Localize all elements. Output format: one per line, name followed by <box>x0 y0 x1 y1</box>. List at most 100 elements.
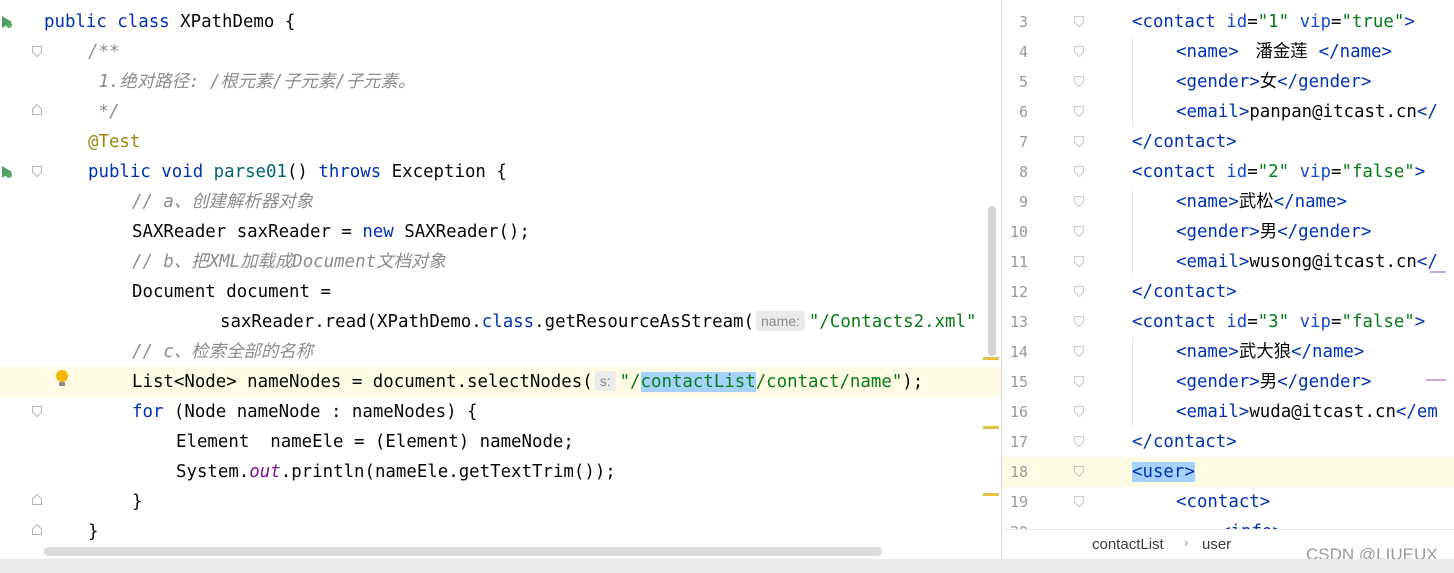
code-line[interactable]: Element nameEle = (Element) nameNode; <box>0 427 1001 457</box>
breadcrumb-item-user[interactable]: user <box>1202 536 1231 553</box>
fold-icon[interactable] <box>1074 76 1084 87</box>
fold-icon[interactable] <box>1074 46 1084 57</box>
warning-marker[interactable] <box>983 426 999 429</box>
code-token: .getResourceAsStream( <box>534 312 754 332</box>
code-line[interactable]: SAXReader saxReader = new SAXReader(); <box>0 217 1001 247</box>
fold-collapse-icon[interactable] <box>32 166 42 177</box>
code-token: 男 <box>1259 222 1278 242</box>
lightbulb-icon[interactable] <box>54 369 70 389</box>
fold-icon[interactable] <box>1074 136 1084 147</box>
code-line[interactable]: 17 </contact> <box>1002 427 1454 457</box>
fold-icon[interactable] <box>1074 226 1084 237</box>
code-line[interactable]: 9 <name>武松</name> <box>1002 187 1454 217</box>
code-line[interactable]: // a、创建解析器对象 <box>0 187 1001 217</box>
code-text: Element nameEle = (Element) nameNode; <box>176 427 574 457</box>
fold-collapse-icon[interactable] <box>32 46 42 57</box>
code-text: @Test <box>88 127 140 157</box>
fold-end-icon[interactable] <box>32 494 42 505</box>
code-line[interactable]: 11 <email>wusong@itcast.cn</ <box>1002 247 1454 277</box>
code-line[interactable]: 4 <name> 潘金莲 </name> <box>1002 37 1454 67</box>
code-line[interactable]: } <box>0 487 1001 517</box>
code-line[interactable]: */ <box>0 97 1001 127</box>
code-token: Element nameEle = (Element) nameNode; <box>176 432 574 452</box>
code-line[interactable]: List<Node> nameNodes = document.selectNo… <box>0 367 1001 397</box>
code-line[interactable]: 15 <gender>男</gender> <box>1002 367 1454 397</box>
fold-icon[interactable] <box>1074 496 1084 507</box>
fold-icon[interactable] <box>1074 346 1084 357</box>
code-line[interactable]: 3 <contact id="1" vip="true"> <box>1002 7 1454 37</box>
fold-icon[interactable] <box>1074 406 1084 417</box>
code-line[interactable]: 7 </contact> <box>1002 127 1454 157</box>
java-editor-pane[interactable]: public class XPathDemo {/** 1.绝对路径: /根元素… <box>0 0 1001 559</box>
code-line[interactable]: 8 <contact id="2" vip="false"> <box>1002 157 1454 187</box>
code-text: <contact id="2" vip="false"> <box>1132 157 1425 187</box>
code-line[interactable]: 6 <email>panpan@itcast.cn</ <box>1002 97 1454 127</box>
code-line[interactable]: 5 <gender>女</gender> <box>1002 67 1454 97</box>
breadcrumb-item-contactlist[interactable]: contactList <box>1092 536 1164 553</box>
fold-icon[interactable] <box>1074 196 1084 207</box>
code-token: gender <box>1298 222 1361 242</box>
xml-editor-pane[interactable]: 3 <contact id="1" vip="true"> 4 <name> 潘金莲 … <box>1002 0 1454 559</box>
code-line[interactable]: Document document = <box>0 277 1001 307</box>
vertical-scrollbar[interactable] <box>988 206 996 356</box>
code-line[interactable]: 18 <user> <box>1002 457 1454 487</box>
indent-guide <box>1132 337 1133 427</box>
code-token: > <box>1404 12 1415 32</box>
code-token: public <box>44 12 118 32</box>
code-line[interactable]: for (Node nameNode : nameNodes) { <box>0 397 1001 427</box>
fold-end-icon[interactable] <box>32 524 42 535</box>
code-line[interactable]: public class XPathDemo { <box>0 7 1001 37</box>
code-token: contact <box>1152 432 1227 452</box>
parameter-hint: name: <box>756 311 805 331</box>
code-line[interactable]: /** <box>0 37 1001 67</box>
code-token: email <box>1186 252 1239 272</box>
code-text: 1.绝对路径: /根元素/子元素/子元素。 <box>88 67 415 97</box>
fold-icon[interactable] <box>1074 166 1084 177</box>
code-token: panpan@itcast.cn <box>1249 102 1417 122</box>
code-line[interactable]: 12 </contact> <box>1002 277 1454 307</box>
fold-end-icon[interactable] <box>32 104 42 115</box>
code-token: < <box>1176 372 1187 392</box>
warning-marker[interactable] <box>983 493 999 496</box>
code-line[interactable]: 13 <contact id="3" vip="false"> <box>1002 307 1454 337</box>
code-token: "false" <box>1341 162 1415 182</box>
run-class-icon[interactable] <box>0 14 14 28</box>
code-token: } <box>88 522 99 542</box>
code-line[interactable]: 19 <contact> <box>1002 487 1454 517</box>
code-token: 1. <box>88 72 120 92</box>
code-token: > <box>1249 222 1260 242</box>
code-line[interactable]: 10 <gender>男</gender> <box>1002 217 1454 247</box>
code-line[interactable]: saxReader.read(XPathDemo.class.getResour… <box>0 307 1001 337</box>
code-line[interactable]: 1.绝对路径: /根元素/子元素/子元素。 <box>0 67 1001 97</box>
code-line[interactable]: } <box>0 517 1001 547</box>
fold-icon[interactable] <box>1074 466 1084 477</box>
code-token: > <box>1249 372 1260 392</box>
fold-icon[interactable] <box>1074 16 1084 27</box>
code-line[interactable]: 16 <email>wuda@itcast.cn</em <box>1002 397 1454 427</box>
code-token: throws <box>318 162 392 182</box>
code-line[interactable]: // b、把XML加载成Document文档对象 <box>0 247 1001 277</box>
run-test-icon[interactable] <box>0 164 14 178</box>
fold-icon[interactable] <box>1074 376 1084 387</box>
code-line[interactable]: // c、检索全部的名称 <box>0 337 1001 367</box>
code-text: /** <box>88 37 119 67</box>
fold-icon[interactable] <box>1074 286 1084 297</box>
fold-icon[interactable] <box>1074 436 1084 447</box>
fold-icon[interactable] <box>1074 316 1084 327</box>
code-line[interactable]: @Test <box>0 127 1001 157</box>
horizontal-scrollbar[interactable] <box>44 547 882 556</box>
warning-marker[interactable] <box>983 357 999 360</box>
code-text: <name>武大狼</name> <box>1176 337 1364 367</box>
code-line[interactable]: public void parse01() throws Exception { <box>0 157 1001 187</box>
code-token: 、检索全部的名称 <box>173 342 314 362</box>
fold-icon[interactable] <box>1074 256 1084 267</box>
code-line[interactable]: System.out.println(nameEle.getTextTrim()… <box>0 457 1001 487</box>
fold-icon[interactable] <box>1074 106 1084 117</box>
code-token: vip <box>1299 12 1331 32</box>
line-number: 5 <box>1018 73 1028 91</box>
code-text: </contact> <box>1132 127 1237 157</box>
code-token: class <box>117 12 181 32</box>
fold-collapse-icon[interactable] <box>32 406 42 417</box>
code-token: > <box>1360 72 1372 92</box>
code-line[interactable]: 14 <name>武大狼</name> <box>1002 337 1454 367</box>
